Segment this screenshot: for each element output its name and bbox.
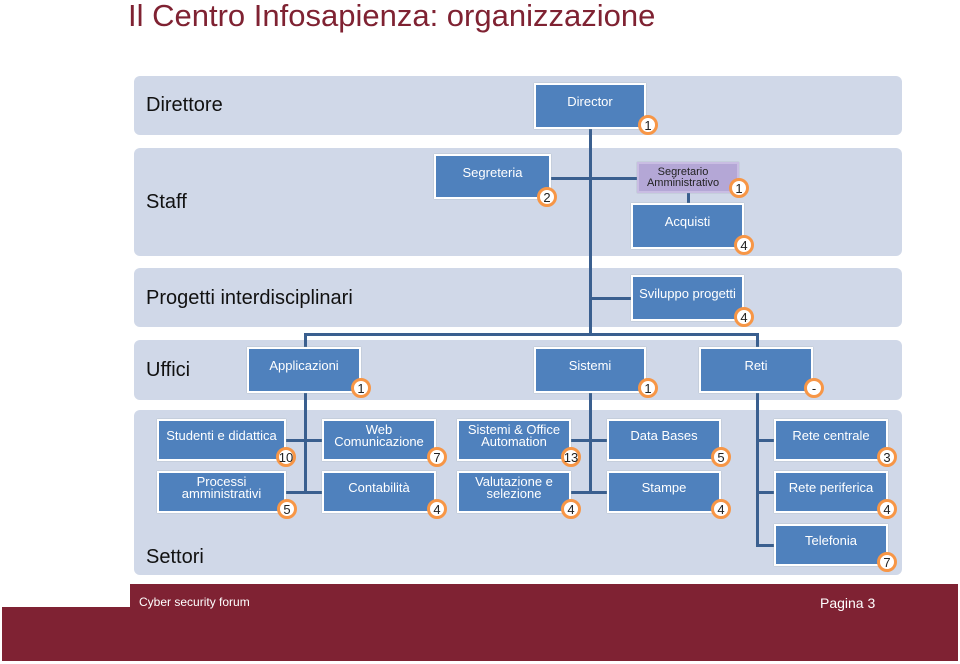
node-rete-periferica[interactable]: Rete periferica [774,471,888,513]
node-label: Telefonia [804,533,858,548]
connector [590,297,632,300]
node-label: Web Comunicazione [334,422,424,449]
node-label: Valutazione e selezione [475,474,553,501]
label-staff: Staff [146,191,187,213]
node-studenti-didattica[interactable]: Studenti e didattica [157,419,286,461]
count-badge: 4 [734,235,754,255]
count-badge: 1 [351,378,371,398]
footer-text: Cyber security forum [139,595,250,609]
node-stampe[interactable]: Stampe [607,471,721,513]
node-label: Sistemi [568,358,612,373]
band-direttore [134,76,902,135]
node-telefonia[interactable]: Telefonia [774,524,888,566]
node-segretario-amministrativo[interactable]: Segretario Amministrativo [637,162,739,193]
count-badge: 4 [561,499,581,519]
connector [285,491,323,494]
node-label: Segretario Amministrativo [646,165,720,189]
label-direttore: Direttore [146,94,223,116]
connector [550,177,638,180]
count-badge: 5 [711,447,731,467]
count-badge: 1 [638,115,658,135]
count-badge: - [804,378,824,398]
connector [589,392,592,493]
count-badge: 4 [711,499,731,519]
connector [756,544,775,547]
count-badge: 3 [877,447,897,467]
connector [589,128,592,335]
footer-bar [2,607,958,661]
node-label: Acquisti [664,214,711,229]
label-progetti: Progetti interdisciplinari [146,287,353,309]
connector [756,439,775,442]
slide-title: Il Centro Infosapienza: organizzazione [128,0,656,33]
node-label: Studenti e didattica [166,428,277,443]
node-label: Rete periferica [788,480,874,495]
count-badge: 5 [277,499,297,519]
label-uffici: Uffici [146,359,191,381]
node-reti[interactable]: Reti [699,347,813,393]
node-web-comunicazione[interactable]: Web Comunicazione [322,419,436,461]
node-processi-amministrativi[interactable]: Processi amministrativi [157,471,286,513]
node-contabilita[interactable]: Contabilità [322,471,436,513]
node-label: Reti [744,358,768,373]
count-badge: 4 [427,499,447,519]
node-segreteria[interactable]: Segreteria [434,154,551,199]
connector [304,333,759,336]
node-rete-centrale[interactable]: Rete centrale [774,419,888,461]
node-label: Processi amministrativi [181,474,262,501]
node-sistemi[interactable]: Sistemi [534,347,646,393]
node-label: Applicazioni [269,358,339,373]
count-badge: 1 [638,378,658,398]
connector [285,439,323,442]
label-settori: Settori [146,546,204,568]
count-badge: 7 [427,447,447,467]
node-label: Data Bases [630,428,698,443]
node-applicazioni[interactable]: Applicazioni [247,347,361,393]
node-acquisti[interactable]: Acquisti [631,203,744,249]
node-label: Sviluppo progetti [639,286,736,301]
connector [756,392,759,547]
node-valutazione-selezione[interactable]: Valutazione e selezione [457,471,571,513]
count-badge: 13 [561,447,581,467]
node-label: Sistemi & Office Automation [467,422,561,449]
count-badge: 7 [877,552,897,572]
connector [304,392,307,493]
node-label: Contabilità [348,480,410,495]
node-label: Director [567,94,613,109]
node-director[interactable]: Director [534,83,646,129]
count-badge: 10 [276,447,296,467]
count-badge: 1 [729,178,749,198]
count-badge: 2 [537,187,557,207]
connector [304,333,307,348]
connector [570,439,608,442]
connector [756,491,775,494]
node-label: Rete centrale [792,428,870,443]
page-number: Pagina 3 [820,595,876,611]
connector [756,333,759,348]
count-badge: 4 [734,307,754,327]
connector [570,491,608,494]
node-sviluppo-progetti[interactable]: Sviluppo progetti [631,275,744,321]
count-badge: 4 [877,499,897,519]
node-sistemi-office-automation[interactable]: Sistemi & Office Automation [457,419,571,461]
node-data-bases[interactable]: Data Bases [607,419,721,461]
node-label: Stampe [641,480,687,495]
node-label: Segreteria [462,164,523,180]
